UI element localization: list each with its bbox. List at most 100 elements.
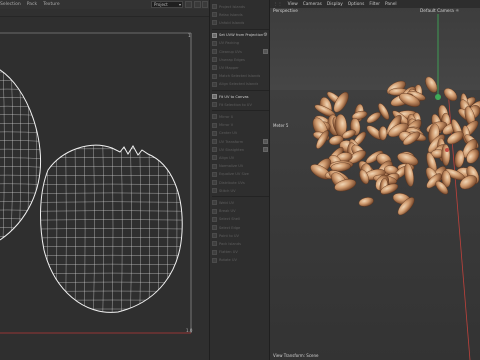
tool-icon [212,81,217,87]
tool-item[interactable]: Mirror V [212,122,269,129]
viewport-scene [310,14,480,360]
tool-item[interactable]: UV Transform [212,138,269,145]
tool-item[interactable]: Fit UV to Canvas [212,93,269,100]
tool-label: Center UV [219,131,238,136]
tool-item[interactable]: Break UV [212,208,269,215]
tool-item[interactable]: Relax Islands [212,11,269,18]
tool-label: UV Packing [219,41,240,46]
tool-label: Break UV [219,209,236,214]
tool-label: Equalize UV Size [219,172,249,177]
tool-label: Match Selected Islands [219,74,261,79]
projection-dropdown-value: Project [154,2,168,7]
tool-icon [212,114,217,120]
palette-separator [212,90,269,91]
tool-icon [212,249,217,255]
tool-label: Relax Islands [219,12,243,17]
view-transform-label: View Transform: Scene [273,353,319,358]
tool-icon [212,40,217,46]
tool-icon [212,163,217,169]
tool-label: Project Islands [219,4,246,9]
uv-secondary-toolbar [0,9,209,17]
uv-corner-label-bottom: 1.0 [186,328,193,333]
tool-icon [212,49,217,54]
tool-label: UV Straighten [219,147,245,152]
uv-tool-palette: Project Islands Relax Islands Unfold Islan… [209,0,270,360]
tool-item[interactable]: Select Edge [212,224,269,231]
tool-icon [212,4,217,9]
uv-toolbar-button[interactable] [185,1,192,8]
checkbox-icon[interactable] [263,139,268,144]
tool-item[interactable]: Align UV [212,154,269,161]
uv-menu-item[interactable]: Pack [27,2,37,7]
tool-item[interactable]: Center UV [212,130,269,137]
uv-menu-item[interactable]: Selection [0,2,21,7]
seed-mesh [358,197,374,207]
tool-icon [212,241,217,247]
tool-item[interactable]: Mirror U [212,113,269,120]
tool-item[interactable]: Pack Islands [212,240,269,247]
tool-item[interactable]: Unwrap Edges [212,56,269,63]
tool-item[interactable]: Weld UV [212,199,269,206]
seed-mesh [366,112,381,124]
tool-icon [212,155,217,161]
uv-canvas[interactable]: 1 1.0 [0,17,209,360]
tool-item[interactable]: UV Mapper [212,64,269,71]
gear-icon[interactable]: ⚙ [263,32,268,38]
3d-viewport[interactable]: ⋮⋮ View Cameras Display Options Filter P… [270,0,480,360]
tool-item[interactable]: Flatten UV [212,249,269,256]
uv-island-right [40,145,183,313]
tool-item[interactable]: Project Islands [212,3,269,10]
tool-icon [212,57,217,63]
tool-item[interactable]: Unfold Islands [212,19,269,26]
uv-island-left [0,61,41,241]
tool-icon [212,216,217,222]
tool-item[interactable]: Fit Selection to UV [212,101,269,108]
projection-dropdown[interactable]: Project ▾ [151,1,183,8]
tool-label: Point to UV [219,233,239,238]
tool-item[interactable]: Cleanup UVs [212,48,269,55]
tool-label: Select Shell [219,217,240,222]
tool-label: Align Selected Islands [219,82,259,87]
tool-label: Mirror U [219,114,234,119]
uv-wireframe: 1 1.0 [0,32,193,334]
uv-toolbar-button[interactable] [194,1,201,8]
tool-icon [212,188,217,194]
tool-icon [212,200,217,206]
tool-icon [212,73,217,79]
tool-label: Select Edge [219,225,241,230]
seed-pile [310,76,480,216]
tool-item[interactable]: UV Straighten [212,146,269,153]
tool-item[interactable]: Set UVW from Projection ⚙ [212,32,269,39]
tool-item[interactable]: Match Selected Islands [212,73,269,80]
uv-menu-item[interactable]: Texture [43,2,59,7]
uv-toolbar-button[interactable] [202,1,208,8]
palette-separator [212,196,269,198]
tool-icon [212,225,217,230]
tool-label: UV Transform [219,139,244,144]
tool-item[interactable]: Align Selected Islands [212,81,269,88]
tool-item[interactable]: Select Shell [212,216,269,223]
tool-label: Normalize UV [219,164,244,169]
tool-item[interactable]: Rotate UV [212,257,269,264]
tool-label: Pack Islands [219,241,241,246]
checkbox-icon[interactable] [263,49,268,54]
tool-icon [212,208,217,214]
tool-icon [212,12,217,18]
tool-icon [212,122,217,128]
tool-label: UV Mapper [219,65,239,70]
checkbox-icon[interactable] [263,147,268,153]
tool-item[interactable]: UV Packing [212,40,269,47]
tool-icon [212,94,217,99]
tool-item[interactable]: Distribute UVs [212,179,269,186]
tool-label: Stitch UV [219,188,236,193]
tool-label: Mirror V [219,123,234,128]
tool-icon [212,32,217,38]
tool-label: Set UVW from Projection [219,33,264,38]
tool-label: Unfold Islands [219,20,245,25]
tool-item[interactable]: Normalize UV [212,163,269,170]
tool-label: Fit Selection to UV [219,102,252,107]
dropdown-arrow-icon: ▾ [178,2,181,7]
tool-item[interactable]: Stitch UV [212,187,269,194]
tool-item[interactable]: Point to UV [212,232,269,239]
tool-item[interactable]: Equalize UV Size [212,171,269,178]
